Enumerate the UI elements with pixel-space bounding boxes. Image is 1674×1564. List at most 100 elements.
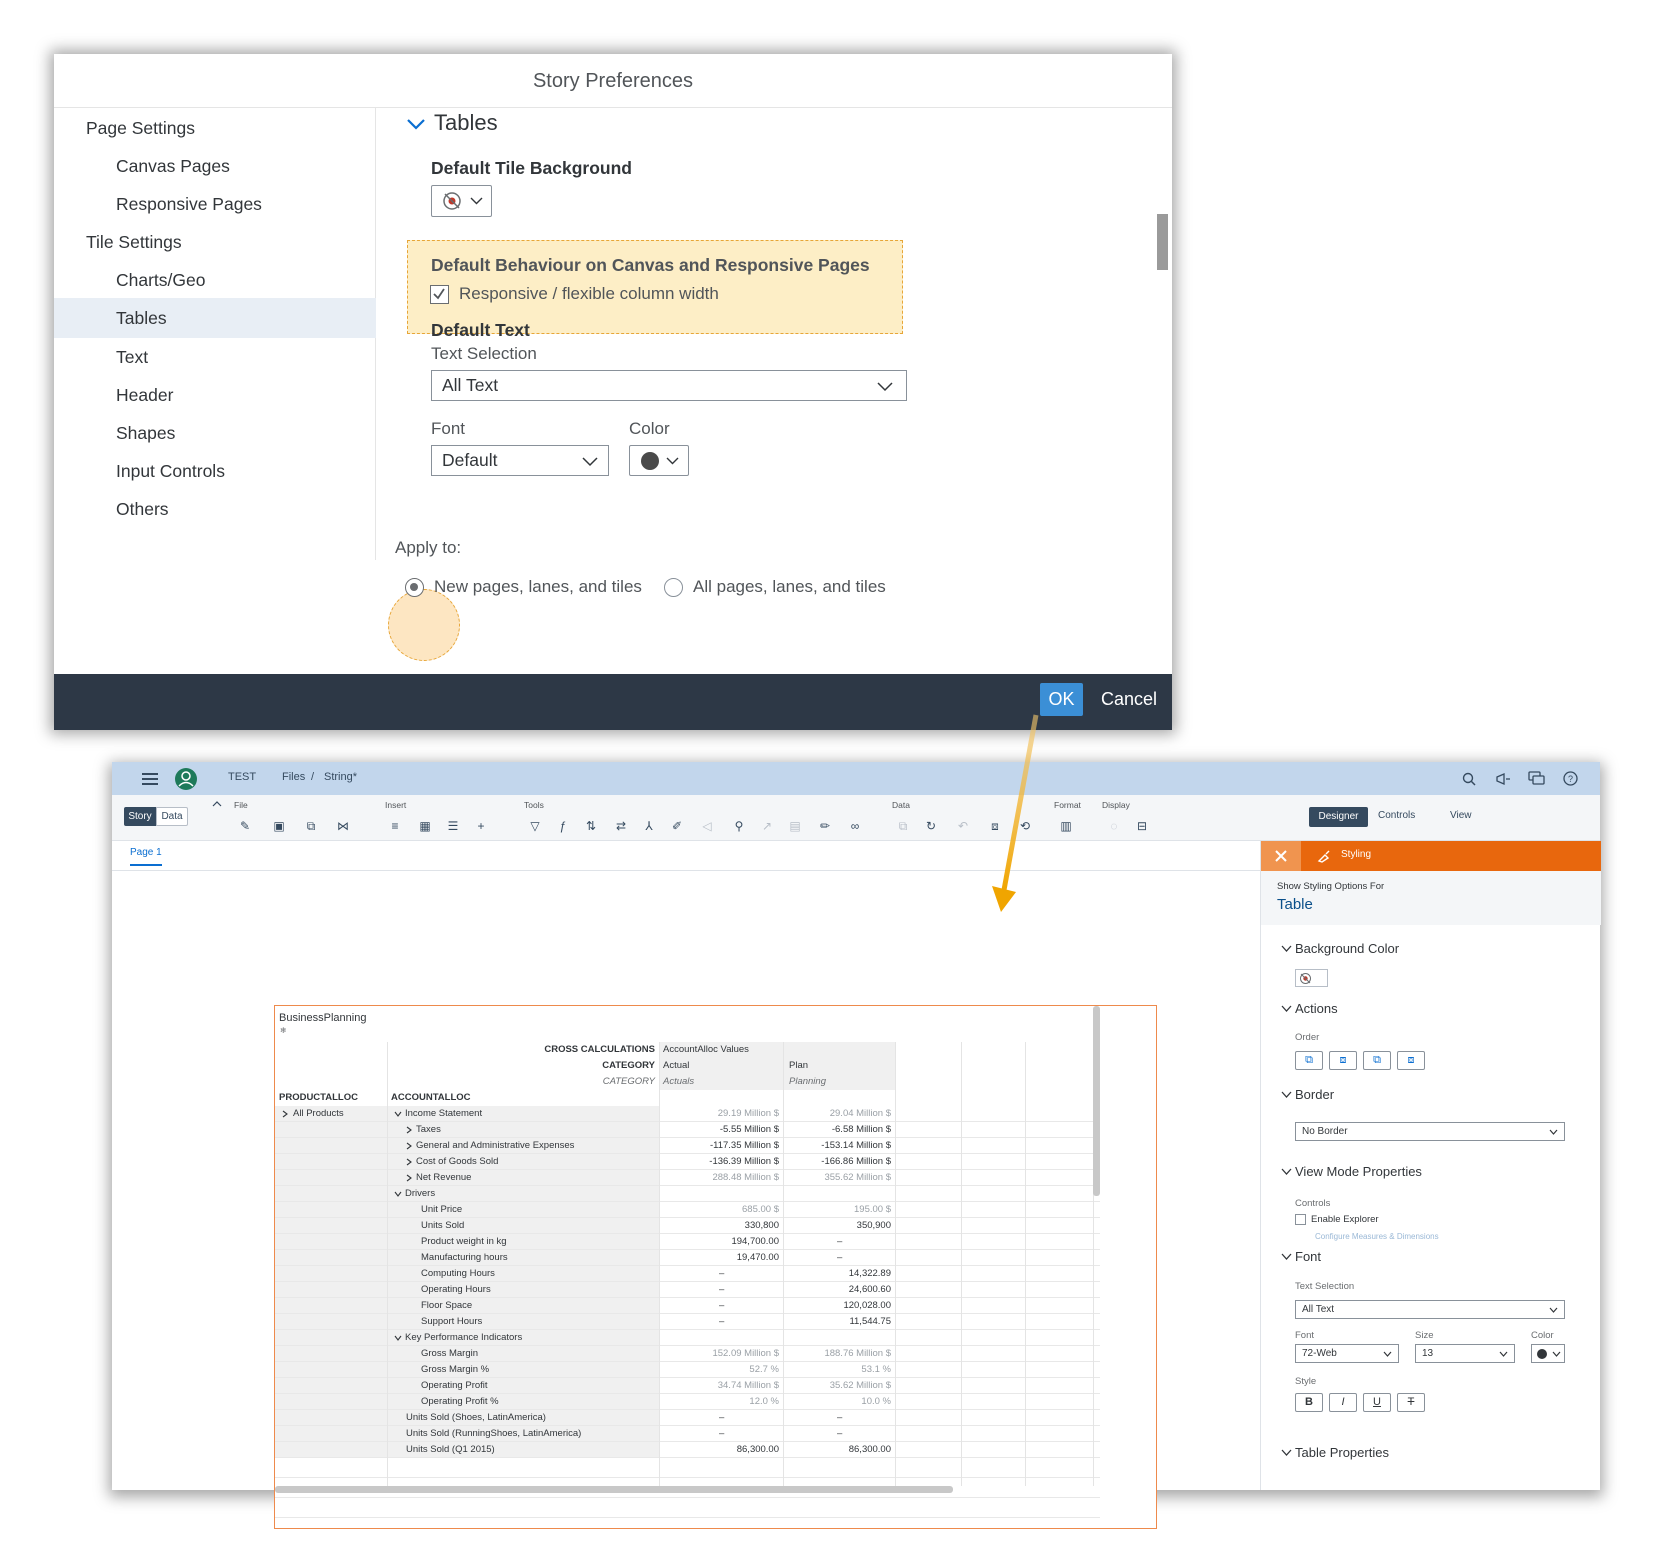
chevron-down-icon[interactable]: [394, 1190, 402, 1198]
controls-button[interactable]: Controls: [1378, 810, 1415, 821]
share-icon[interactable]: ⋈: [334, 819, 352, 833]
builder-tab[interactable]: [1261, 841, 1301, 871]
table-vertical-scrollbar[interactable]: [1093, 1006, 1100, 1196]
chevron-down-icon[interactable]: [394, 1334, 402, 1342]
designer-button[interactable]: Designer: [1309, 807, 1368, 827]
user-avatar-icon[interactable]: [174, 767, 198, 791]
apply-all-radio[interactable]: [664, 578, 683, 597]
responsive-checkbox-label[interactable]: Responsive / flexible column width: [459, 284, 719, 304]
text-selection-dropdown[interactable]: All Text: [431, 370, 907, 401]
strikethrough-button[interactable]: T: [1397, 1393, 1425, 1412]
chevron-up-icon[interactable]: [212, 800, 222, 808]
nav-responsive-pages[interactable]: Responsive Pages: [54, 184, 376, 225]
chevron-right-icon[interactable]: [405, 1174, 413, 1182]
nav-shapes[interactable]: Shapes: [54, 413, 376, 454]
save-icon[interactable]: ▣: [270, 819, 288, 833]
table-horizontal-scrollbar[interactable]: [275, 1486, 953, 1493]
data-copy-icon[interactable]: ⧉: [894, 819, 912, 833]
chevron-right-icon[interactable]: [405, 1126, 413, 1134]
chevron-down-icon[interactable]: [1281, 945, 1292, 953]
page-1-tab[interactable]: Page 1: [130, 847, 162, 866]
configure-measures-link[interactable]: Configure Measures & Dimensions: [1315, 1232, 1439, 1241]
apply-new-radio[interactable]: [405, 578, 424, 597]
cancel-button[interactable]: Cancel: [1094, 683, 1164, 716]
pen-icon[interactable]: ✏: [816, 819, 834, 833]
undo-icon[interactable]: ↶: [954, 819, 972, 833]
display-comment-icon[interactable]: ◌: [1105, 819, 1123, 833]
nav-page-settings[interactable]: Page Settings: [54, 108, 376, 149]
arrow-icon[interactable]: ↗: [758, 819, 776, 833]
formula-icon[interactable]: ƒ: [554, 819, 572, 833]
enable-explorer-label[interactable]: Enable Explorer: [1311, 1214, 1379, 1225]
chevron-down-icon[interactable]: [1281, 1091, 1292, 1099]
actions-section[interactable]: Actions: [1295, 1001, 1338, 1016]
swap-icon[interactable]: ⇄: [612, 819, 630, 833]
styling-tab[interactable]: Styling: [1341, 849, 1371, 860]
chevron-right-icon[interactable]: [405, 1158, 413, 1166]
panel-icon[interactable]: ⊟: [1133, 819, 1151, 833]
dialog-scrollbar-thumb[interactable]: [1157, 214, 1168, 270]
color-picker[interactable]: [1531, 1344, 1565, 1363]
view-button[interactable]: View: [1450, 810, 1472, 821]
search-icon[interactable]: [1462, 772, 1476, 786]
format-icon[interactable]: ▥: [1057, 819, 1075, 833]
data-tab[interactable]: Data: [156, 807, 188, 826]
comment-icon[interactable]: ✐: [668, 819, 686, 833]
underline-button[interactable]: U: [1363, 1393, 1391, 1412]
color-picker[interactable]: [629, 445, 689, 476]
chevron-down-icon[interactable]: [1281, 1005, 1292, 1013]
chevron-right-icon[interactable]: [281, 1110, 289, 1118]
table-tile[interactable]: BusinessPlanning ❄ CROSS CALCULATIONS Acc…: [274, 1005, 1157, 1529]
link-icon[interactable]: ◁: [698, 819, 716, 833]
chevron-down-icon[interactable]: [1281, 1449, 1292, 1457]
background-color-picker[interactable]: [1295, 969, 1328, 987]
menu-icon[interactable]: [142, 772, 158, 786]
nav-header[interactable]: Header: [54, 375, 376, 416]
sort-icon[interactable]: ⇅: [582, 819, 600, 833]
nav-canvas-pages[interactable]: Canvas Pages: [54, 146, 376, 187]
text-selection-dropdown[interactable]: All Text: [1295, 1300, 1565, 1319]
nav-tables[interactable]: Tables: [54, 298, 376, 338]
table-properties-section[interactable]: Table Properties: [1295, 1445, 1389, 1460]
nav-charts-geo[interactable]: Charts/Geo: [54, 260, 376, 301]
apply-new-label[interactable]: New pages, lanes, and tiles: [434, 577, 642, 597]
hierarchy-icon[interactable]: ⅄: [640, 819, 658, 833]
bold-button[interactable]: B: [1295, 1393, 1323, 1412]
image-icon[interactable]: ▤: [786, 819, 804, 833]
nav-others[interactable]: Others: [54, 489, 376, 530]
font-section[interactable]: Font: [1295, 1249, 1321, 1264]
bring-to-front-button[interactable]: ⧉: [1295, 1051, 1323, 1070]
border-section[interactable]: Border: [1295, 1087, 1334, 1102]
background-color-section[interactable]: Background Color: [1295, 941, 1399, 956]
responsive-checkbox[interactable]: [430, 285, 449, 304]
input-control-icon[interactable]: ☰: [444, 819, 462, 833]
refresh-icon[interactable]: ↻: [922, 819, 940, 833]
discussion-icon[interactable]: [1528, 771, 1546, 786]
help-icon[interactable]: ?: [1563, 771, 1578, 786]
breadcrumb-root[interactable]: TEST: [228, 771, 256, 783]
edit-icon[interactable]: ✎: [236, 819, 254, 833]
breadcrumb-files[interactable]: Files: [282, 771, 305, 783]
story-tab[interactable]: Story: [124, 807, 156, 826]
copy-icon[interactable]: ⧉: [302, 819, 320, 833]
filter-icon[interactable]: ▽: [526, 819, 544, 833]
font-dropdown[interactable]: 72-Web: [1295, 1344, 1399, 1363]
chevron-right-icon[interactable]: [405, 1142, 413, 1150]
pin-icon[interactable]: ⚲: [730, 819, 748, 833]
nav-input-controls[interactable]: Input Controls: [54, 451, 376, 492]
add-icon[interactable]: +: [472, 819, 490, 833]
table-icon[interactable]: ▦: [416, 819, 434, 833]
apply-all-label[interactable]: All pages, lanes, and tiles: [693, 577, 886, 597]
megaphone-icon[interactable]: [1495, 772, 1511, 786]
chevron-down-icon[interactable]: [406, 116, 426, 132]
tile-background-picker[interactable]: [431, 185, 492, 217]
chevron-down-icon[interactable]: [1281, 1168, 1292, 1176]
connect-icon[interactable]: ∞: [846, 819, 864, 833]
chevron-down-icon[interactable]: [1281, 1253, 1292, 1261]
send-backward-button[interactable]: ⧉: [1363, 1051, 1391, 1070]
send-to-back-button[interactable]: ⧈: [1397, 1051, 1425, 1070]
size-dropdown[interactable]: 13: [1415, 1344, 1515, 1363]
font-dropdown[interactable]: Default: [431, 445, 609, 476]
border-dropdown[interactable]: No Border: [1295, 1122, 1565, 1141]
enable-explorer-checkbox[interactable]: [1295, 1214, 1306, 1225]
